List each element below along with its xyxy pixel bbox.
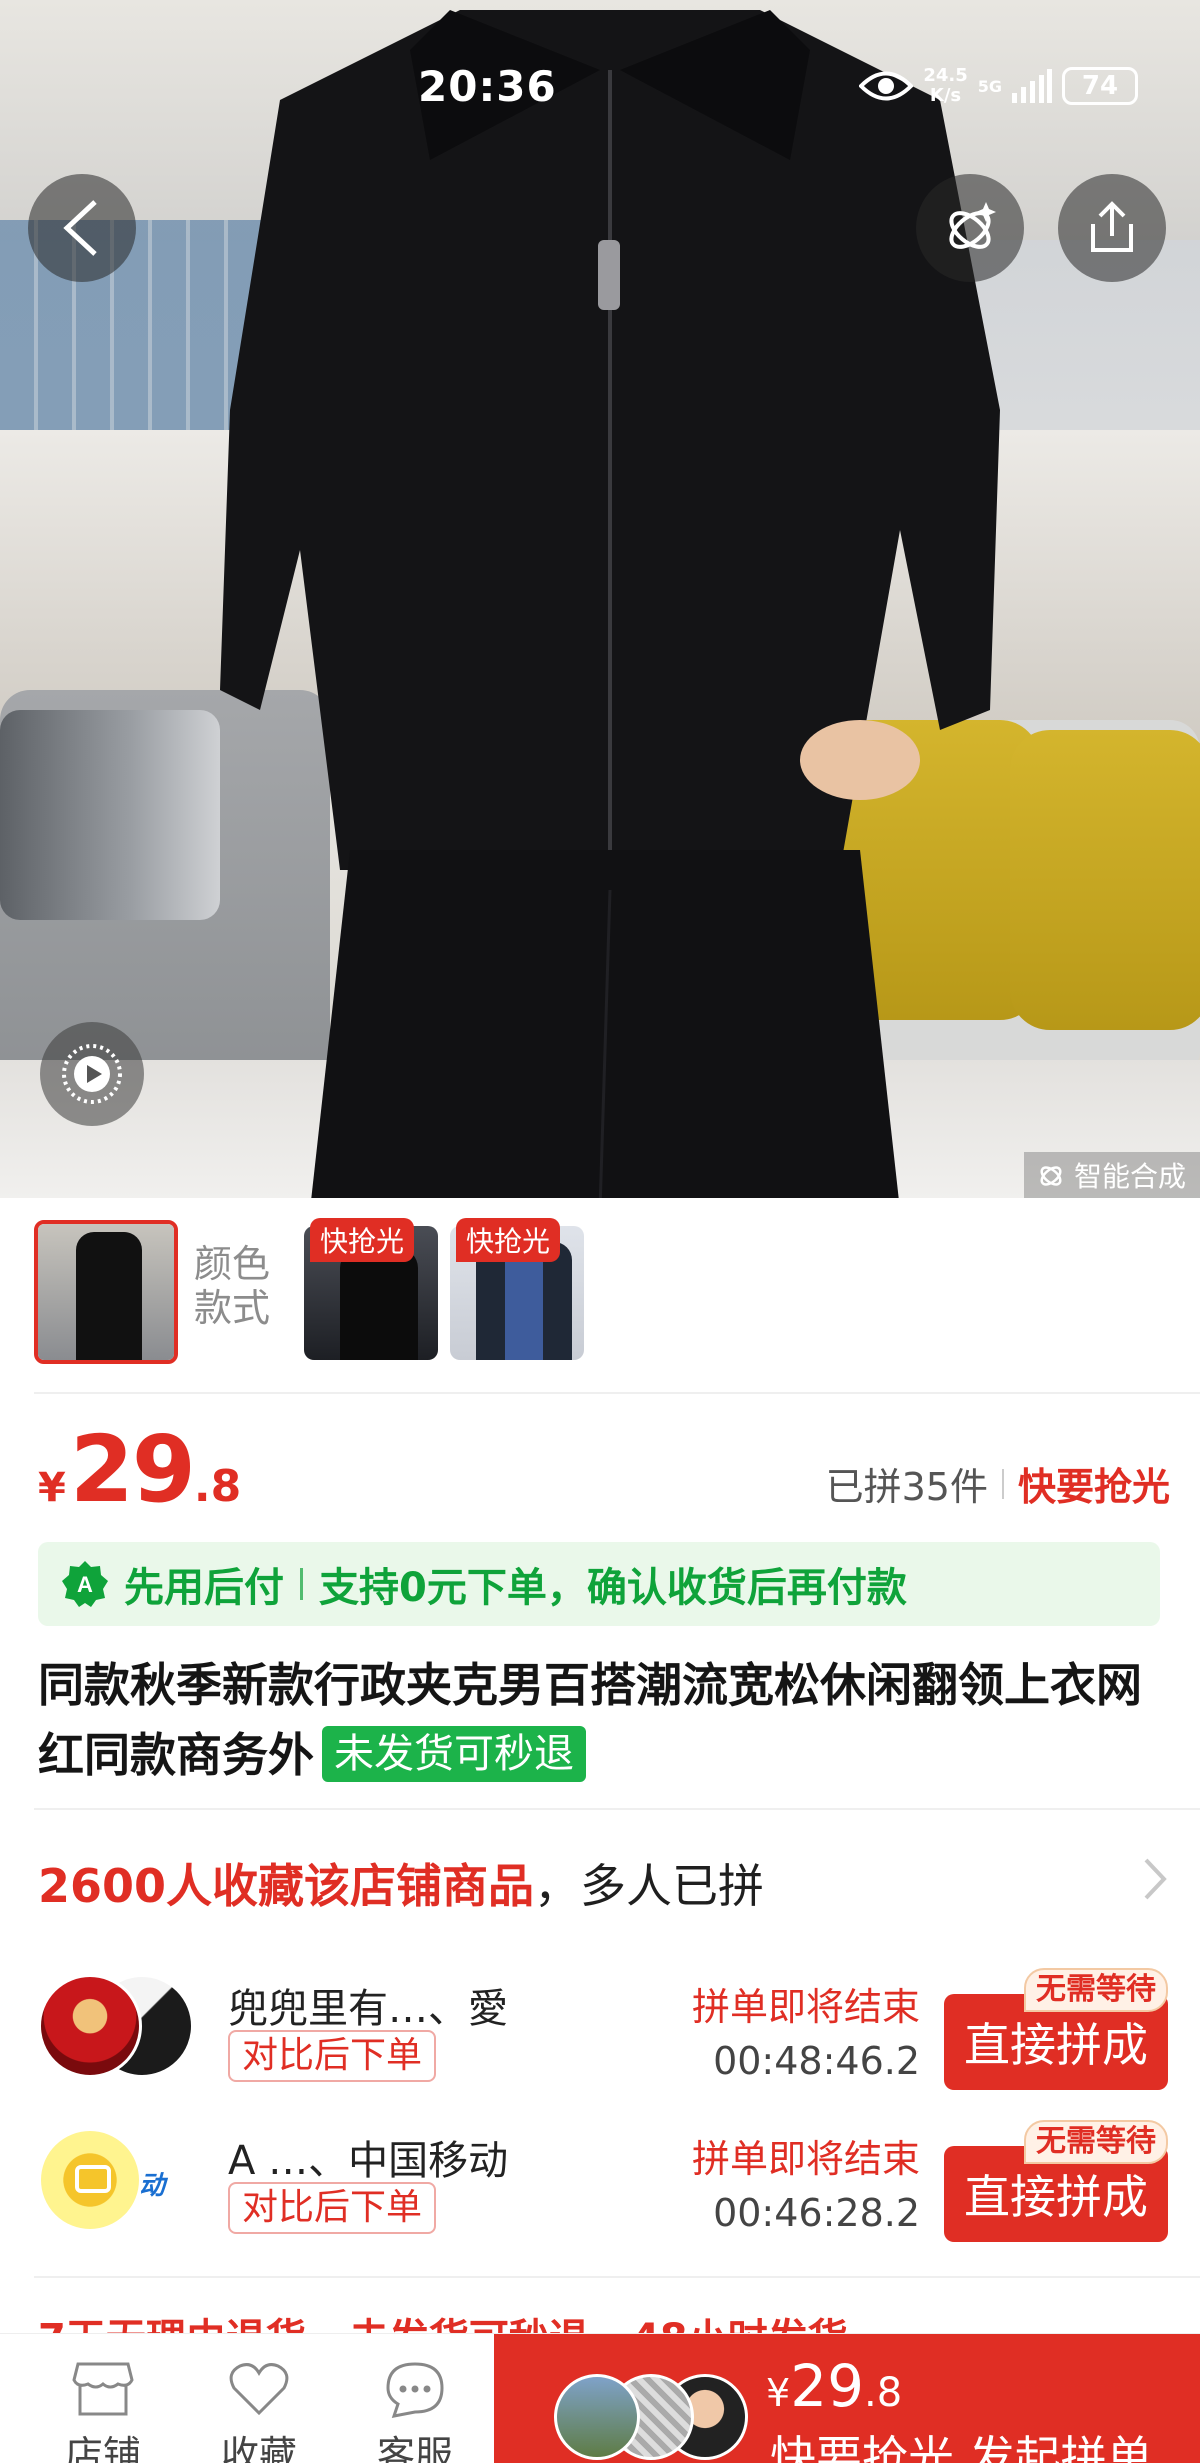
- variant-thumbnails: 颜色 款式 快抢光 快抢光: [34, 1218, 596, 1372]
- camera-icon: [75, 2165, 111, 2193]
- group-buy-row: 兜兜里有…、愛 对比后下单 拼单即将结束 00:48:46.2 无需等待 直接拼…: [38, 1964, 1168, 2096]
- divider: [34, 1808, 1200, 1810]
- store-favorites-row[interactable]: 2600人收藏该店铺商品 ，多人已拼: [38, 1848, 1168, 1918]
- customer-service-tab[interactable]: 客服: [360, 2356, 470, 2463]
- pay-later-icon: A: [62, 1561, 108, 1607]
- start-group-buy-button[interactable]: ¥29.8 快要抢光 发起拼单: [494, 2334, 1200, 2463]
- refund-tag: 未发货可秒退: [322, 1726, 586, 1782]
- stock-status: 快要抢光: [1017, 1465, 1170, 1509]
- product-price: ¥ 29 .8: [38, 1416, 242, 1523]
- group-members: 兜兜里有…、愛: [228, 1986, 508, 2032]
- share-button[interactable]: [1058, 174, 1166, 282]
- status-bar: 20:36 24.5 K/s 5G 74: [0, 52, 1200, 122]
- bottom-action-bar: 店铺 收藏 客服 ¥29.8 快要抢光 发起拼单: [0, 2333, 1200, 2463]
- avatar: [554, 2374, 640, 2460]
- no-wait-badge: 无需等待: [1024, 2120, 1168, 2164]
- selling-fast-badge: 快抢光: [310, 1218, 415, 1262]
- compare-button[interactable]: 对比后下单: [228, 2182, 437, 2234]
- ai-generated-tag: 智能合成: [1023, 1152, 1200, 1198]
- buy-price: ¥29.8: [766, 2352, 903, 2420]
- chat-icon: [386, 2362, 444, 2418]
- buy-label: 快要抢光 发起拼单: [770, 2431, 1153, 2463]
- chevron-left-icon: [63, 200, 97, 256]
- eye-icon: [859, 71, 914, 101]
- clock: 20:36: [418, 62, 557, 111]
- magic-sparkle-icon: [949, 202, 996, 249]
- sparkle-icon: [1040, 1166, 1062, 1186]
- service-promises-row[interactable]: 7天无理由退货 · 未发货可秒退 · 48小时发货: [38, 2306, 848, 2334]
- product-title: 同款秋季新款行政夹克男百搭潮流宽松休闲翻领上衣网红同款商务外 未发货可秒退: [38, 1658, 1142, 1782]
- group-members: A …、中国移动: [228, 2138, 509, 2184]
- no-wait-badge: 无需等待: [1024, 1968, 1168, 2012]
- ai-try-on-button[interactable]: [916, 174, 1024, 282]
- network-type: 5G: [977, 76, 1002, 96]
- heart-icon: [229, 2363, 289, 2416]
- back-button[interactable]: [28, 174, 136, 282]
- product-hero-image[interactable]: 20:36 24.5 K/s 5G 74 智能合成: [0, 0, 1200, 1198]
- variant-thumb-selected[interactable]: [34, 1220, 178, 1364]
- countdown-timer: 00:48:46.2: [713, 2039, 920, 2083]
- play-video-button[interactable]: [40, 1022, 144, 1126]
- chevron-right-icon: [1144, 1858, 1167, 1900]
- net-speed-value: 24.5: [923, 65, 968, 86]
- model-person: [220, 10, 1000, 1198]
- play-icon: [62, 1044, 122, 1104]
- join-group-button[interactable]: 无需等待 直接拼成: [944, 1968, 1168, 2090]
- divider: [34, 2276, 1200, 2278]
- avatar: [38, 2128, 142, 2232]
- store-tab[interactable]: 店铺: [48, 2356, 158, 2463]
- variant-label[interactable]: 颜色 款式: [178, 1220, 304, 1330]
- sold-count: 已拼35件: [825, 1465, 988, 1509]
- signal-icon: [1012, 69, 1052, 103]
- share-icon: [1091, 201, 1133, 252]
- countdown-timer: 00:46:28.2: [713, 2191, 920, 2235]
- divider: [34, 1392, 1200, 1394]
- group-ending-label: 拼单即将结束: [691, 1985, 920, 2029]
- favorite-tab[interactable]: 收藏: [204, 2356, 314, 2463]
- sales-info: 已拼35件 快要抢光: [826, 1456, 1170, 1511]
- group-ending-label: 拼单即将结束: [691, 2137, 920, 2181]
- store-icon: [72, 2362, 134, 2416]
- battery-icon: 74: [1062, 67, 1138, 105]
- avatar: [38, 1974, 142, 2078]
- join-group-button[interactable]: 无需等待 直接拼成: [944, 2120, 1168, 2242]
- group-buy-row: 移动 A …、中国移动 对比后下单 拼单即将结束 00:46:28.2 无需等待…: [38, 2116, 1168, 2248]
- svg-text:A: A: [77, 1572, 93, 1597]
- net-speed-unit: K/s: [929, 85, 962, 106]
- compare-button[interactable]: 对比后下单: [228, 2030, 437, 2082]
- selling-fast-badge: 快抢光: [456, 1218, 561, 1262]
- pay-later-banner[interactable]: A 先用后付 支持0元下单，确认收货后再付款: [38, 1542, 1160, 1626]
